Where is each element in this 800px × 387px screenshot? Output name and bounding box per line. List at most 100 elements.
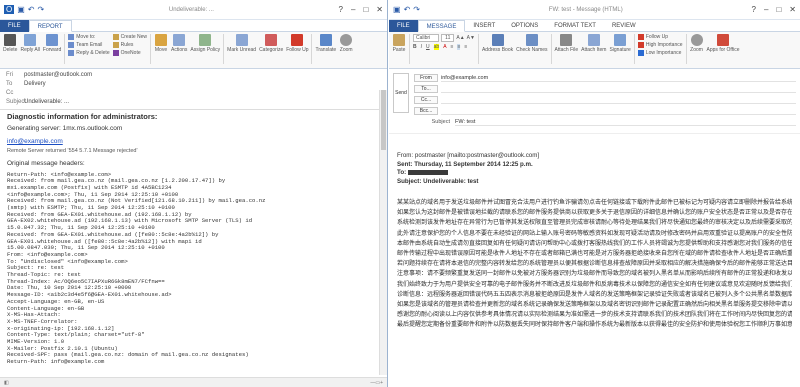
envelope-icon: [235, 34, 248, 46]
delete-button[interactable]: Delete: [3, 34, 17, 53]
font-size-select[interactable]: 11: [441, 34, 455, 42]
mark-unread-button[interactable]: Mark Unread: [227, 34, 256, 53]
tab-file[interactable]: FILE: [389, 19, 418, 32]
shrink-font-icon[interactable]: A▼: [467, 35, 475, 41]
bcc-field[interactable]: [441, 107, 796, 115]
save-icon[interactable]: ▣: [17, 5, 25, 14]
from-button[interactable]: From: [414, 73, 438, 82]
scroll-thumb[interactable]: [381, 90, 386, 150]
cc-row: Cc: [6, 90, 14, 96]
bold-icon[interactable]: B: [413, 44, 417, 50]
grow-font-icon[interactable]: A▲: [456, 35, 464, 41]
apps-for-office-button[interactable]: Apps for Office: [707, 34, 740, 53]
subject-field[interactable]: FW: test: [455, 118, 796, 126]
cc-row: Cc...: [414, 95, 796, 104]
to-field[interactable]: [441, 85, 796, 93]
zoom-icon: [340, 34, 353, 46]
tab-file[interactable]: FILE: [0, 19, 29, 32]
forward-button[interactable]: Forward: [43, 34, 61, 53]
align-left-icon[interactable]: ≡: [451, 44, 454, 50]
recipient-link[interactable]: info@example.com: [7, 138, 380, 147]
translate-button[interactable]: Translate: [315, 34, 336, 53]
quick-step-reply-delete[interactable]: Reply & Delete: [68, 50, 110, 56]
outlook-icon[interactable]: O: [4, 5, 15, 14]
quick-access-toolbar: O ▣ ↶ ↷: [4, 5, 44, 14]
tab-format-text[interactable]: FORMAT TEXT: [546, 20, 604, 32]
follow-up-button[interactable]: Follow Up: [286, 34, 308, 53]
check-names-button[interactable]: Check Names: [516, 34, 548, 53]
divider: [633, 34, 635, 64]
zoom-button[interactable]: Zoom: [690, 34, 704, 53]
attach-item-button[interactable]: Attach Item: [581, 34, 606, 53]
redo-icon[interactable]: ↷: [413, 5, 420, 14]
align-right-icon[interactable]: ≡: [464, 44, 467, 50]
reply-all-button[interactable]: Reply All: [20, 34, 40, 53]
compose-body[interactable]: From: postmaster [mailto:postmaster@outl…: [389, 134, 800, 331]
signature-icon: [614, 34, 627, 46]
maximize-icon[interactable]: □: [776, 5, 781, 14]
font-color-icon[interactable]: A: [443, 44, 446, 50]
address-book-button[interactable]: Address Book: [482, 34, 513, 53]
close-icon[interactable]: ✕: [376, 5, 383, 14]
quick-step-rules[interactable]: Rules: [112, 42, 147, 48]
high-importance-item[interactable]: High Importance: [637, 42, 683, 48]
actions-icon: [173, 34, 186, 46]
left-title-bar: O ▣ ↶ ↷ Undeliverable: ... ? – □ ✕: [0, 0, 387, 20]
bcc-button[interactable]: Bcc...: [414, 106, 438, 115]
policy-icon: [199, 34, 212, 46]
minimize-icon[interactable]: –: [764, 5, 768, 14]
cc-button[interactable]: Cc...: [414, 95, 438, 104]
address-book-icon: [491, 34, 504, 46]
help-icon[interactable]: ?: [752, 5, 756, 14]
minimize-icon[interactable]: –: [351, 5, 355, 14]
tab-message[interactable]: MESSAGE: [417, 19, 466, 32]
tab-options[interactable]: OPTIONS: [503, 20, 546, 32]
quoted-from: From: postmaster [mailto:postmaster@outl…: [397, 152, 540, 159]
delete-icon: [4, 34, 17, 46]
divider: [223, 34, 225, 64]
quick-step-onenote[interactable]: OneNote: [112, 50, 147, 56]
signature-button[interactable]: Signature: [609, 34, 631, 53]
attach-file-button[interactable]: Attach File: [555, 34, 578, 53]
highlight-icon[interactable]: ab: [433, 44, 440, 50]
quick-step-create[interactable]: Create New: [112, 34, 147, 40]
right-title-bar: ▣ ↶ ↷ FW: test - Message (HTML) ? – □ ✕: [389, 0, 800, 20]
align-center-icon[interactable]: ≡: [457, 44, 461, 50]
tab-review[interactable]: REVIEW: [604, 20, 644, 32]
body-line: 诊断信息：远程服务器返回错误代码五五四表示消息被拒绝原因是发件人域名的发送策略框…: [397, 291, 792, 298]
categorize-button[interactable]: Categorize: [259, 34, 283, 53]
from-row: From info@example.com: [414, 73, 796, 82]
from-field[interactable]: info@example.com: [441, 74, 796, 82]
actions-button[interactable]: Actions: [171, 34, 187, 53]
zoom-button[interactable]: Zoom: [339, 34, 353, 53]
save-icon[interactable]: ▣: [393, 5, 401, 14]
close-icon[interactable]: ✕: [789, 5, 796, 14]
undo-icon[interactable]: ↶: [404, 5, 411, 14]
cc-field[interactable]: [441, 96, 796, 104]
body-line: 注意事项：请不要频繁重复发送同一封邮件以免被对方服务器识别为垃圾邮件而导致您的域…: [397, 271, 792, 278]
left-scrollbar[interactable]: [379, 90, 387, 375]
quick-step-move[interactable]: Move to:: [68, 34, 109, 40]
quoted-to: To:: [397, 169, 792, 178]
low-importance-item[interactable]: Low Importance: [637, 50, 683, 56]
quick-step-team[interactable]: Team Email: [68, 42, 109, 48]
right-ribbon: Paste Calibri 11 A▲ A▼ B I U ab A ≡ ≡ ≡ …: [389, 32, 800, 69]
follow-up-item[interactable]: Follow Up: [637, 34, 683, 40]
help-icon[interactable]: ?: [339, 5, 343, 14]
zoom-control[interactable]: —▭+: [370, 380, 383, 386]
to-button[interactable]: To...: [414, 84, 438, 93]
zoom-icon: [690, 34, 703, 46]
header-line: Content-Language: en-GB: [7, 304, 85, 312]
paste-button[interactable]: Paste: [392, 34, 406, 53]
move-button[interactable]: Move: [154, 34, 168, 53]
send-button[interactable]: Send: [393, 73, 409, 113]
tab-report[interactable]: REPORT: [28, 19, 72, 32]
redo-icon[interactable]: ↷: [38, 5, 45, 14]
undo-icon[interactable]: ↶: [28, 5, 35, 14]
assign-policy-button[interactable]: Assign Policy: [190, 34, 220, 53]
underline-icon[interactable]: U: [426, 44, 430, 50]
font-name-select[interactable]: Calibri: [413, 34, 440, 42]
maximize-icon[interactable]: □: [363, 5, 368, 14]
tab-insert[interactable]: INSERT: [465, 20, 503, 32]
italic-icon[interactable]: I: [421, 44, 422, 50]
